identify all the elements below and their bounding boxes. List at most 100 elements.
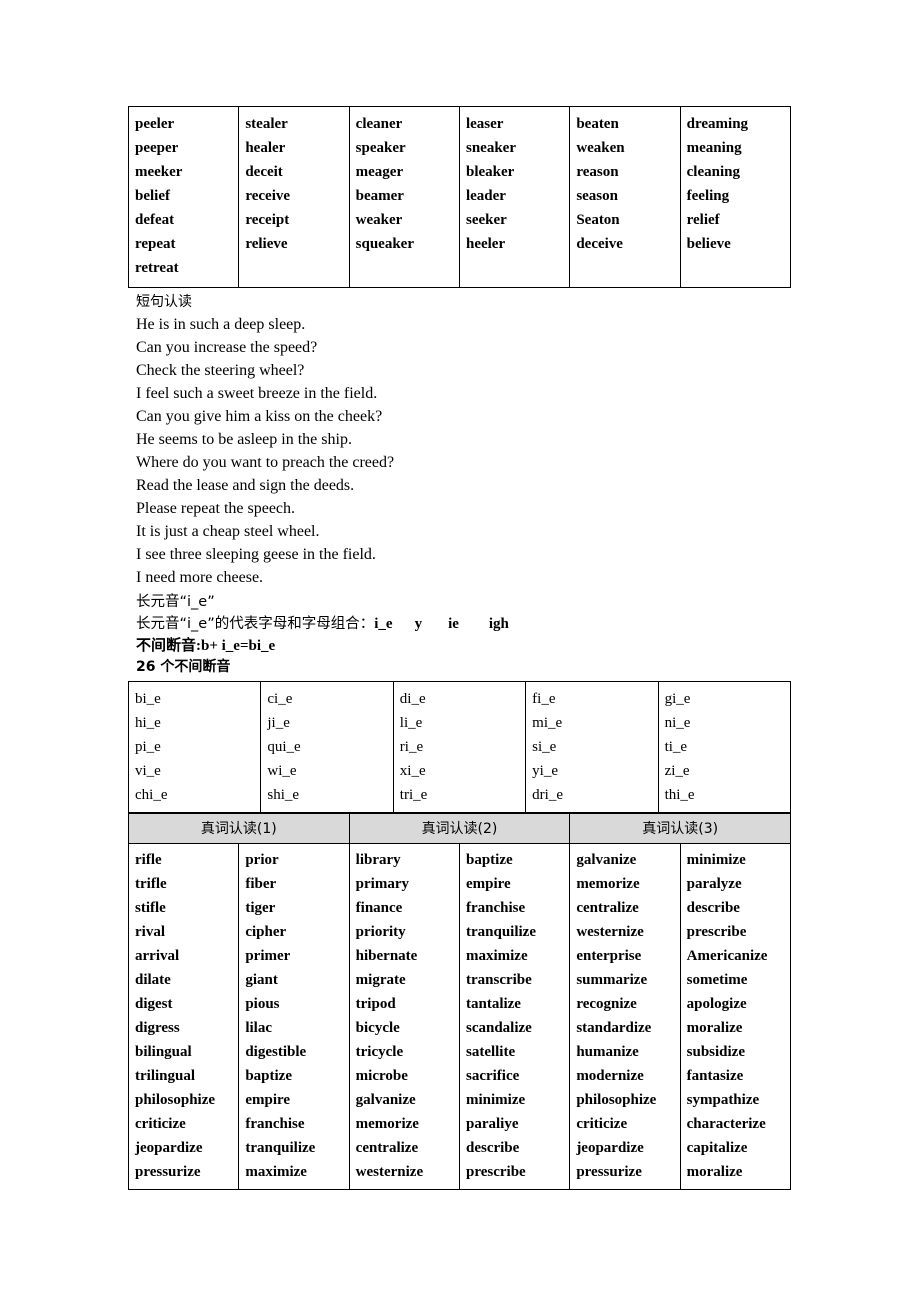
syllable: ci_e xyxy=(267,691,293,707)
table-cell-col2: prior fiber tiger cipher primer giant pi… xyxy=(238,843,350,1190)
syllable: chi_e xyxy=(135,787,168,803)
word: philosophize xyxy=(576,1092,657,1108)
long-e-word-table: peeler peeper meeker belief defeat repea… xyxy=(127,106,792,288)
word: finance xyxy=(355,900,403,916)
table-cell-col1: rifle trifle stifle rival arrival dilate… xyxy=(127,843,240,1190)
table-cell-col3: library primary finance priority hiberna… xyxy=(348,843,460,1190)
word: Seaton xyxy=(576,212,620,228)
word: humanize xyxy=(576,1044,639,1060)
word: believe xyxy=(686,236,731,252)
word: deceive xyxy=(576,236,623,252)
letter-combo: y xyxy=(414,616,423,632)
syllable: vi_e xyxy=(135,763,161,779)
table-header-row: 真词认读(1) 真词认读(2) 真词认读(3) xyxy=(128,813,791,844)
letter-combos: i_e y ie igh xyxy=(374,613,509,635)
word: philosophize xyxy=(135,1092,216,1108)
word: priority xyxy=(355,924,406,940)
table-cell-col3: cleaner speaker meager beamer weaker squ… xyxy=(348,106,460,288)
word: primary xyxy=(355,876,409,892)
unbroken-sound-line: 不间断音:b+ i_e=bi_e xyxy=(136,635,791,657)
word: rifle xyxy=(135,852,162,868)
word: hibernate xyxy=(355,948,418,964)
word: reason xyxy=(576,164,619,180)
word: leader xyxy=(465,188,506,204)
word: pressurize xyxy=(576,1164,642,1180)
word: weaker xyxy=(355,212,403,228)
word: bicycle xyxy=(355,1020,400,1036)
real-word-table: 真词认读(1) 真词认读(2) 真词认读(3) rifle trifle sti… xyxy=(127,813,792,1190)
table-cell-col5: galvanize memorize centralize westernize… xyxy=(569,843,681,1190)
word: microbe xyxy=(355,1068,408,1084)
word: sacrifice xyxy=(465,1068,520,1084)
word: fantasize xyxy=(686,1068,744,1084)
sentence-item: He is in such a deep sleep. xyxy=(136,316,306,333)
syllable: ri_e xyxy=(399,739,424,755)
table-row: bi_e hi_e pi_e vi_e chi_e ci_e ji_e qui_… xyxy=(127,681,792,813)
word: sneaker xyxy=(465,140,516,156)
word: summarize xyxy=(576,972,648,988)
word: repeat xyxy=(135,236,176,252)
word: receive xyxy=(245,188,291,204)
word: digestible xyxy=(245,1044,307,1060)
syllable: fi_e xyxy=(532,691,556,707)
word: centralize xyxy=(576,900,639,916)
table-cell-col2: stealer healer deceit receive receipt re… xyxy=(238,106,350,288)
word: weaken xyxy=(576,140,625,156)
header-label: 真词认读(2) xyxy=(421,821,498,837)
syllable: wi_e xyxy=(267,763,297,779)
sentence-item: I feel such a sweet breeze in the field. xyxy=(136,385,378,402)
word: franchise xyxy=(245,1116,305,1132)
syllable: tri_e xyxy=(399,787,428,803)
word: receipt xyxy=(245,212,290,228)
word: sympathize xyxy=(686,1092,760,1108)
table-cell-col4: baptize empire franchise tranquilize max… xyxy=(458,843,571,1190)
word: minimize xyxy=(686,852,746,868)
word: fiber xyxy=(245,876,277,892)
word: meeker xyxy=(135,164,183,180)
document-page: peeler peeper meeker belief defeat repea… xyxy=(0,0,920,1302)
word: apologize xyxy=(686,996,747,1012)
word: trifle xyxy=(135,876,167,892)
word: pious xyxy=(245,996,280,1012)
word: beaten xyxy=(576,116,619,132)
header-label: 真词认读(3) xyxy=(642,821,719,837)
word: digest xyxy=(135,996,173,1012)
syllable: qui_e xyxy=(267,739,301,755)
word: minimize xyxy=(465,1092,526,1108)
sentence-item: Can you give him a kiss on the cheek? xyxy=(136,408,383,425)
table-cell-col3: di_e li_e ri_e xi_e tri_e xyxy=(392,681,527,813)
syllable: ti_e xyxy=(664,739,688,755)
word: franchise xyxy=(465,900,526,916)
word: cipher xyxy=(245,924,287,940)
word: migrate xyxy=(355,972,406,988)
word: sometime xyxy=(686,972,748,988)
sentence-item: Please repeat the speech. xyxy=(136,500,296,517)
word: belief xyxy=(135,188,170,204)
letter-combo: i_e xyxy=(374,616,393,632)
word: tantalize xyxy=(465,996,521,1012)
table-cell-col1: bi_e hi_e pi_e vi_e chi_e xyxy=(127,681,262,813)
word: modernize xyxy=(576,1068,644,1084)
table-cell-col4: leaser sneaker bleaker leader seeker hee… xyxy=(458,106,571,288)
word: memorize xyxy=(576,876,640,892)
word: seeker xyxy=(465,212,507,228)
table-cell-col5: beaten weaken reason season Seaton decei… xyxy=(569,106,681,288)
word: relief xyxy=(686,212,720,228)
table-cell-col4: fi_e mi_e si_e yi_e dri_e xyxy=(525,681,659,813)
syllable: ji_e xyxy=(267,715,290,731)
word: galvanize xyxy=(576,852,637,868)
word: deceit xyxy=(245,164,283,180)
sentence-item: I see three sleeping geese in the field. xyxy=(136,546,376,563)
word: moralize xyxy=(686,1164,743,1180)
word: trilingual xyxy=(135,1068,196,1084)
word: Americanize xyxy=(686,948,768,964)
word: maximize xyxy=(245,1164,307,1180)
table-row: peeler peeper meeker belief defeat repea… xyxy=(127,106,792,288)
word: tranquilize xyxy=(465,924,536,940)
word: pressurize xyxy=(135,1164,201,1180)
header-cell-2: 真词认读(2) xyxy=(348,813,571,844)
syllable: yi_e xyxy=(532,763,558,779)
letter-combo: igh xyxy=(488,616,509,632)
sentence-item: Where do you want to preach the creed? xyxy=(136,454,395,471)
word: tranquilize xyxy=(245,1140,316,1156)
